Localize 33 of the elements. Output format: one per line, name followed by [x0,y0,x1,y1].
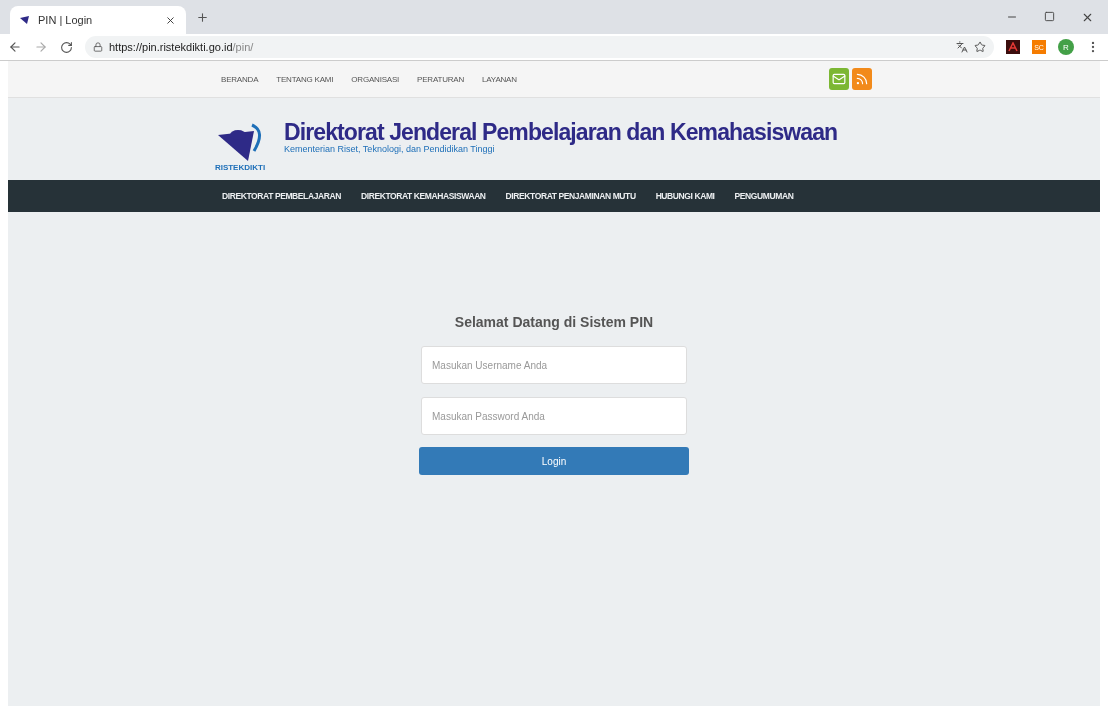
star-icon[interactable] [974,41,986,53]
login-button[interactable]: Login [419,447,689,475]
login-heading: Selamat Datang di Sistem PIN [454,314,654,330]
logo-text: RISTEKDIKTI [214,163,266,172]
mail-icon [832,72,846,86]
input-field[interactable]: Masukan Password Anda [421,397,687,435]
nav-link[interactable]: DIREKTORAT KEMAHASISWAAN [360,191,486,201]
nav-link[interactable]: ORGANISASI [351,74,400,84]
nav-link[interactable]: DIREKTORAT PENJAMINAN MUTU [505,191,636,201]
tab-title: PIN | Login [38,14,94,26]
site-title: Direktorat Jenderal Pembelajaran dan Kemahasiswaan [284,119,838,145]
nav-link[interactable]: PENGUMUMAN [734,191,794,201]
nav-link[interactable]: PERATURAN [417,74,465,84]
new-tab-icon[interactable] [196,10,209,24]
maximize-icon[interactable] [1044,10,1055,22]
logo-icon [20,15,32,25]
nav-link[interactable]: BERANDA [221,74,259,84]
nav-link[interactable]: LAYANAN [482,74,517,84]
nav-link[interactable]: HUBUNGI KAMI [655,191,715,201]
address-field[interactable]: https://pin.ristekdikti.go.id/pin/ [85,36,994,58]
close-icon[interactable] [165,14,176,26]
lock-icon [93,42,103,52]
rss-icon [855,72,869,86]
pdf-extension-icon[interactable] [1006,40,1020,54]
nav-link[interactable]: TENTANG KAMI [276,74,334,84]
input-field[interactable]: Masukan Username Anda [421,346,687,384]
translate-icon[interactable] [956,41,968,53]
site-subtitle: Kementerian Riset, Teknologi, dan Pendidikan Tinggi [284,144,495,154]
browser-tab[interactable]: PIN | Login [10,6,186,34]
reload-icon[interactable] [60,40,73,54]
nav-link[interactable]: DIREKTORAT PEMBELAJARAN [222,191,341,201]
back-icon[interactable] [8,40,22,54]
url-text: https://pin.ristekdikti.go.id/pin/ [109,41,254,53]
